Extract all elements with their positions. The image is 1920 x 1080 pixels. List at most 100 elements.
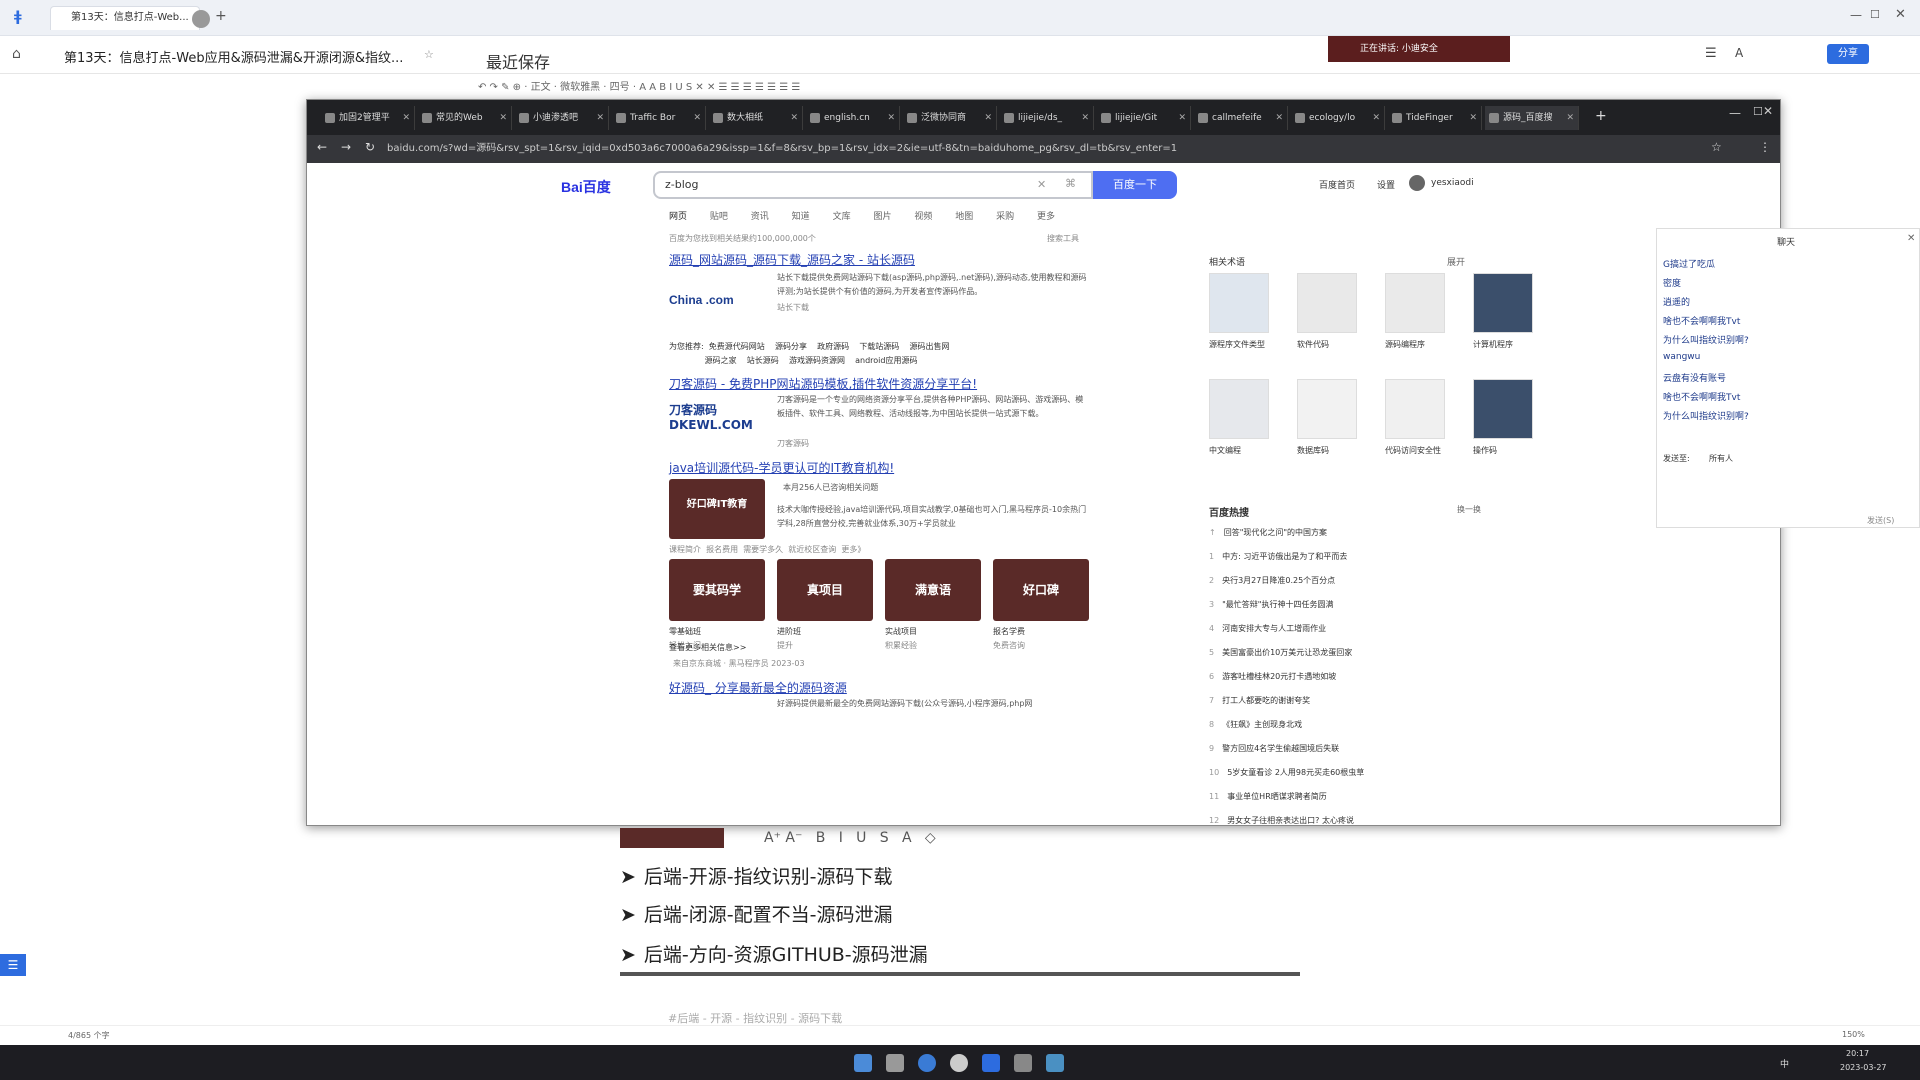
explorer-icon[interactable] [886, 1054, 904, 1072]
browser-tab[interactable]: 加固2管理平 ✕ [321, 106, 415, 130]
related-label[interactable]: 计算机程序 [1473, 339, 1543, 350]
ad-links[interactable]: 课程简介 报名费用 需要学多久 就近校区查询 更多》 [669, 543, 865, 557]
hot-search-item[interactable]: 10 5岁女童看诊 2人用98元买走60根虫草 [1209, 767, 1364, 778]
camera-icon[interactable]: ⌘ [1065, 177, 1076, 190]
home-icon[interactable]: ⌂ [12, 46, 21, 62]
hot-search-item[interactable]: 6 游客吐槽桂林20元打卡遇地如坡 [1209, 671, 1336, 682]
hot-search-item[interactable]: 3 "最忙答辩"执行神十四任务圆满 [1209, 599, 1333, 610]
tab-video[interactable]: 视频 [914, 212, 932, 222]
hot-search-item[interactable]: 11 事业单位HR晒谋求聘者简历 [1209, 791, 1327, 802]
result-title-1[interactable]: 源码_网站源码_源码下载_源码之家 - 站长源码 [669, 251, 915, 268]
browser-tab[interactable]: 常见的Web ✕ [418, 106, 512, 130]
tab-caigou[interactable]: 采购 [996, 212, 1014, 222]
browser-tab[interactable]: 小迪渗透吧 ✕ [515, 106, 609, 130]
user-avatar[interactable] [1409, 175, 1425, 191]
ad-thumbnail[interactable]: 真项目 [777, 559, 873, 621]
star-icon[interactable]: ☆ [424, 48, 434, 61]
related-thumbnail[interactable] [1209, 273, 1269, 333]
tab-close-icon[interactable]: ✕ [1275, 106, 1283, 130]
edge-icon[interactable] [918, 1054, 936, 1072]
related-thumbnail[interactable] [1297, 379, 1357, 439]
doc-tab[interactable]: 第13天：信息打点-Web... [50, 6, 200, 30]
tab-map[interactable]: 地图 [955, 212, 973, 222]
ad-more[interactable]: 查看更多相关信息>> [669, 641, 746, 655]
related-thumbnail[interactable] [1473, 273, 1533, 333]
result-site-1[interactable]: 站长下载 [777, 301, 809, 315]
ad-thumbnail[interactable]: 好口碑 [993, 559, 1089, 621]
ad-thumb[interactable]: 好口碑IT教育 [669, 479, 765, 539]
outline-toggle-icon[interactable]: ☰ [0, 954, 26, 976]
tab-tieba[interactable]: 贴吧 [710, 212, 728, 222]
tab-zhidao[interactable]: 知道 [792, 212, 810, 222]
hot-search-item[interactable]: 4 河南安排大专与人工增雨作业 [1209, 623, 1326, 634]
browser-tab[interactable]: 泛微协同商 ✕ [903, 106, 997, 130]
search-button[interactable]: 百度一下 [1093, 171, 1177, 199]
tab-close-icon[interactable]: ✕ [1178, 106, 1186, 130]
hot-search-item[interactable]: ↑ 回答"现代化之问"的中国方案 [1209, 527, 1327, 538]
hot-search-item[interactable]: 2 央行3月27日降准0.25个百分点 [1209, 575, 1335, 586]
related-thumbnail[interactable] [1385, 273, 1445, 333]
tab-close-icon[interactable]: ✕ [1566, 106, 1574, 130]
hot-search-item[interactable]: 9 警方回应4名学生偷越国境后失联 [1209, 743, 1339, 754]
tab-more[interactable]: 更多 [1037, 212, 1055, 222]
new-tab-icon[interactable]: + [1595, 108, 1607, 124]
zoom-level[interactable]: 150% [1842, 1030, 1865, 1039]
result-title-3[interactable]: java培训源代码-学员更认可的IT教育机构! [669, 459, 894, 476]
browser-tab[interactable]: lijiejie/Git ✕ [1097, 106, 1191, 130]
hot-title[interactable]: 百度热搜 [1209, 504, 1249, 519]
browser-tab[interactable]: lijiejie/ds_ ✕ [1000, 106, 1094, 130]
link-settings[interactable]: 设置 [1377, 178, 1395, 191]
hot-search-item[interactable]: 8 《狂飙》主创现身北戏 [1209, 719, 1302, 730]
related-thumbnail[interactable] [1385, 379, 1445, 439]
chrome-icon[interactable] [950, 1054, 968, 1072]
close-icon[interactable]: ✕ [1895, 7, 1906, 22]
docs-app-icon[interactable] [982, 1054, 1000, 1072]
tab-close-icon[interactable]: ✕ [1469, 106, 1477, 130]
format-icons[interactable]: ↶ ↷ ✎ ⊕ · 正文 · 微软雅黑 · 四号 · A A B I U S ✕… [478, 78, 800, 93]
search-tools[interactable]: 搜索工具 [1047, 233, 1079, 244]
browser-tab[interactable]: Traffic Bor ✕ [612, 106, 706, 130]
browser-tab[interactable]: ecology/lo ✕ [1291, 106, 1385, 130]
hot-search-item[interactable]: 12 男女女子往相亲表达出口? 太心疼说 [1209, 815, 1354, 825]
tab-wenku[interactable]: 文库 [833, 212, 851, 222]
browser-maximize-icon[interactable]: ☐ [1753, 105, 1763, 118]
tab-close-icon[interactable]: ✕ [499, 106, 507, 130]
related-expand[interactable]: 展开 [1447, 255, 1465, 268]
send-button[interactable]: 发送(S) [1867, 515, 1894, 526]
tab-news[interactable]: 资讯 [751, 212, 769, 222]
related-thumbnail[interactable] [1297, 273, 1357, 333]
hot-search-item[interactable]: 1 中方: 习近平访俄出是为了和平而去 [1209, 551, 1347, 562]
bookmark-icon[interactable]: ☆ [1711, 140, 1722, 154]
browser-close-icon[interactable]: ✕ [1763, 104, 1773, 118]
photos-icon[interactable] [1046, 1054, 1064, 1072]
related-label[interactable]: 源程序文件类型 [1209, 339, 1279, 350]
related-thumbnail[interactable] [1209, 379, 1269, 439]
user-name[interactable]: yesxiaodi [1431, 178, 1474, 188]
related-label[interactable]: 源码编程序 [1385, 339, 1455, 350]
result-title-2[interactable]: 刀客源码 - 免费PHP网站源码模板,插件软件资源分享平台! [669, 375, 977, 392]
link-home[interactable]: 百度首页 [1319, 178, 1355, 191]
related-label[interactable]: 数据库码 [1297, 445, 1367, 456]
hot-refresh[interactable]: 换一换 [1457, 504, 1481, 515]
baidu-logo[interactable]: Bai百度 [561, 177, 611, 197]
tab-close-icon[interactable]: ✕ [596, 106, 604, 130]
tab-close-icon[interactable]: ✕ [1081, 106, 1089, 130]
share-button[interactable]: 分享 [1827, 44, 1869, 64]
font-icon[interactable]: A [1735, 46, 1743, 60]
related-label[interactable]: 中文编程 [1209, 445, 1279, 456]
tab-images[interactable]: 图片 [873, 212, 891, 222]
hot-search-item[interactable]: 7 打工人都要吃的谢谢夸奖 [1209, 695, 1310, 706]
tab-close-icon[interactable]: ✕ [984, 106, 992, 130]
notepad-icon[interactable] [1014, 1054, 1032, 1072]
browser-minimize-icon[interactable]: — [1729, 106, 1741, 120]
hot-search-item[interactable]: 5 美国富豪出价10万美元让恐龙蛋回家 [1209, 647, 1352, 658]
tab-close-icon[interactable]: ✕ [693, 106, 701, 130]
related-label[interactable]: 软件代码 [1297, 339, 1367, 350]
browser-tab[interactable]: 源码_百度搜 ✕ [1485, 106, 1579, 130]
start-icon[interactable] [854, 1054, 872, 1072]
menu-icon[interactable]: ☰ [1705, 46, 1717, 61]
back-icon[interactable]: ← [317, 140, 327, 154]
minimize-icon[interactable]: — [1850, 8, 1862, 22]
send-to-select[interactable]: 所有人 [1709, 453, 1733, 464]
browser-menu-icon[interactable]: ⋮ [1759, 140, 1771, 154]
